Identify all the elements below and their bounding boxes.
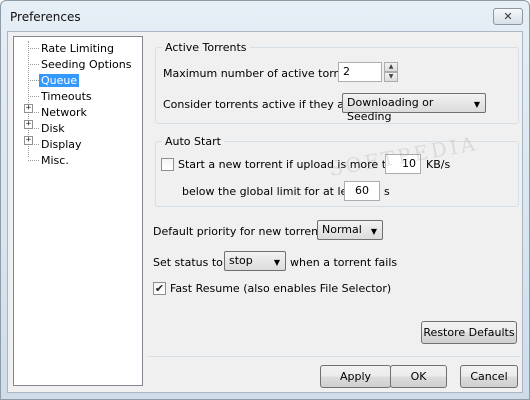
tree-item-label: Network	[41, 106, 87, 119]
fast-resume-label: Fast Resume (also enables File Selector)	[170, 282, 392, 295]
tree-connector-line	[28, 48, 39, 49]
auto-start-checkbox[interactable]	[161, 158, 174, 171]
tree-item-seeding-options[interactable]: Seeding Options	[39, 57, 133, 72]
ok-button[interactable]: OK	[390, 365, 447, 388]
tree-item-label: Timeouts	[41, 90, 92, 103]
apply-button[interactable]: Apply	[320, 365, 391, 388]
group-title: Active Torrents	[162, 41, 250, 54]
tree-item-label: Seeding Options	[41, 58, 132, 71]
tree-item-label: Disk	[41, 122, 65, 135]
spin-down-icon[interactable]: ▼	[384, 72, 398, 82]
preferences-window: Preferences ✕ Rate Limiting Seeding Opti…	[0, 0, 530, 400]
below-limit-label: below the global limit for at least	[182, 185, 365, 198]
restore-defaults-button[interactable]: Restore Defaults	[421, 321, 517, 344]
close-icon: ✕	[503, 10, 513, 23]
tree-item-label: Display	[41, 138, 82, 151]
tree-connector-line	[28, 160, 39, 161]
check-icon: ✔	[154, 282, 165, 295]
seconds-unit-label: s	[384, 185, 390, 198]
tree-item-network[interactable]: Network	[39, 105, 89, 120]
close-button[interactable]: ✕	[493, 8, 523, 25]
chevron-down-icon: ▼	[273, 258, 280, 267]
tree-item-timeouts[interactable]: Timeouts	[39, 89, 94, 104]
tree-connector-line	[28, 96, 39, 97]
default-priority-label: Default priority for new torrents:	[153, 225, 332, 238]
fast-resume-checkbox[interactable]: ✔	[153, 282, 166, 295]
tree-item-label: Queue	[39, 74, 80, 87]
tree-connector-line	[28, 64, 39, 65]
chevron-down-icon: ▼	[473, 100, 480, 109]
tree-item-display[interactable]: Display	[39, 137, 84, 152]
default-priority-value: Normal	[322, 223, 362, 236]
seconds-input[interactable]: 60	[344, 181, 380, 201]
tree-connector-line	[28, 80, 39, 81]
tree-item-disk[interactable]: Disk	[39, 121, 67, 136]
divider	[148, 356, 520, 357]
set-status-label: Set status to:	[153, 256, 227, 269]
plus-box-icon[interactable]: +	[24, 136, 33, 145]
tree-item-label: Misc.	[41, 154, 69, 167]
group-title: Auto Start	[162, 135, 224, 148]
chevron-down-icon: ▼	[370, 227, 377, 236]
tree-item-rate-limiting[interactable]: Rate Limiting	[39, 41, 116, 56]
cancel-button[interactable]: Cancel	[460, 365, 518, 388]
max-active-label: Maximum number of active torrents	[163, 67, 362, 80]
plus-box-icon[interactable]: +	[24, 104, 33, 113]
category-tree[interactable]: Rate Limiting Seeding Options Queue Time…	[13, 36, 143, 386]
consider-active-select[interactable]: Downloading or Seeding ▼	[342, 93, 486, 123]
max-active-input[interactable]: 2	[338, 62, 382, 82]
set-status-suffix: when a torrent fails	[290, 256, 398, 269]
consider-active-label: Consider torrents active if they are:	[163, 98, 359, 111]
max-active-stepper[interactable]: ▲ ▼	[384, 62, 398, 82]
title-bar[interactable]: Preferences ✕	[1, 1, 529, 31]
tree-item-label: Rate Limiting	[41, 42, 114, 55]
window-title: Preferences	[10, 10, 81, 24]
tree-item-queue[interactable]: Queue	[39, 73, 80, 88]
dialog-client-area: Rate Limiting Seeding Options Queue Time…	[7, 31, 523, 393]
spin-up-icon[interactable]: ▲	[384, 62, 398, 72]
tree-item-misc[interactable]: Misc.	[39, 153, 71, 168]
default-priority-select[interactable]: Normal ▼	[317, 220, 383, 240]
plus-box-icon[interactable]: +	[24, 120, 33, 129]
set-status-value: stop	[229, 254, 253, 267]
set-status-select[interactable]: stop ▼	[224, 251, 286, 271]
